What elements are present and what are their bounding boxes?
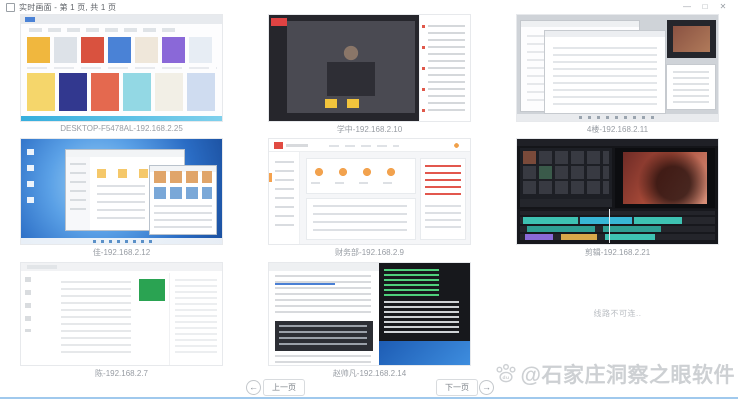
prev-page-button[interactable]: 上一页 <box>263 379 305 396</box>
screen-preview-art-code-terminal <box>269 263 470 365</box>
tile-label-7: 陈-192.168.2.7 <box>20 368 223 379</box>
window-icon <box>6 3 15 12</box>
left-arrow-icon: ← <box>249 382 258 392</box>
screen-tile-4[interactable]: 佳-192.168.2.12 <box>20 138 223 245</box>
tile-label-6: 剪辑-192.168.2.21 <box>516 247 719 258</box>
svg-text:du: du <box>502 375 509 381</box>
screen-tile-9-offline: 线路不可连.. <box>516 262 719 366</box>
screen-tile-7[interactable]: 陈-192.168.2.7 <box>20 262 223 366</box>
screen-preview-5[interactable] <box>268 138 471 245</box>
bottom-accent-line <box>0 397 738 399</box>
screen-tile-1[interactable]: DESKTOP-F5478AL-192.168.2.25 <box>20 14 223 122</box>
screen-preview-7[interactable] <box>20 262 223 366</box>
titlebar: 实时画面 - 第 1 页, 共 1 页 — □ ✕ <box>0 0 738 14</box>
window-title: 实时画面 - 第 1 页, 共 1 页 <box>19 2 116 13</box>
close-button[interactable]: ✕ <box>714 0 732 14</box>
screen-preview-8[interactable] <box>268 262 471 366</box>
maximize-button[interactable]: □ <box>696 0 714 14</box>
next-page-button[interactable]: 下一页 <box>436 379 478 396</box>
screen-preview-3[interactable] <box>516 14 719 122</box>
minimize-button[interactable]: — <box>678 0 696 14</box>
screen-preview-art-desktop-windows <box>517 15 718 121</box>
right-arrow-icon: → <box>482 382 491 392</box>
screen-preview-2[interactable] <box>268 14 471 122</box>
screen-preview-art-live-video <box>269 15 470 121</box>
screen-grid: DESKTOP-F5478AL-192.168.2.25 学中-192.168.… <box>0 14 738 400</box>
screen-tile-2[interactable]: 学中-192.168.2.10 <box>268 14 471 122</box>
tile-label-4: 佳-192.168.2.12 <box>20 247 223 258</box>
next-page-arrow-button[interactable]: → <box>479 380 494 395</box>
tile-label-1: DESKTOP-F5478AL-192.168.2.25 <box>20 124 223 133</box>
screen-preview-art-template-site <box>21 15 222 121</box>
watermark-text: @石家庄洞察之眼软件 <box>521 359 735 389</box>
tile-label-2: 学中-192.168.2.10 <box>268 124 471 135</box>
screen-tile-3[interactable]: 4楼-192.168.2.11 <box>516 14 719 122</box>
screen-preview-6[interactable] <box>516 138 719 245</box>
watermark: du @石家庄洞察之眼软件 <box>494 359 735 389</box>
screen-preview-art-video-editor <box>517 139 718 244</box>
screen-tile-6[interactable]: 剪辑-192.168.2.21 <box>516 138 719 245</box>
tile-label-8: 赵帅凡-192.168.2.14 <box>268 368 471 379</box>
screen-preview-9-offline: 线路不可连.. <box>516 262 719 366</box>
screen-tile-8[interactable]: 赵帅凡-192.168.2.14 <box>268 262 471 366</box>
screen-preview-art-document <box>21 263 222 365</box>
window-controls: — □ ✕ <box>678 0 732 14</box>
paw-icon: du <box>494 362 518 386</box>
screen-preview-art-admin-console <box>269 139 470 244</box>
tile-label-3: 4楼-192.168.2.11 <box>516 124 719 135</box>
offline-message: 线路不可连.. <box>516 308 719 319</box>
prev-page-arrow-button[interactable]: ← <box>246 380 261 395</box>
screen-preview-1[interactable] <box>20 14 223 122</box>
screen-preview-4[interactable] <box>20 138 223 245</box>
screen-tile-5[interactable]: 财务部-192.168.2.9 <box>268 138 471 245</box>
screen-preview-art-windows11 <box>21 139 222 244</box>
tile-label-5: 财务部-192.168.2.9 <box>268 247 471 258</box>
